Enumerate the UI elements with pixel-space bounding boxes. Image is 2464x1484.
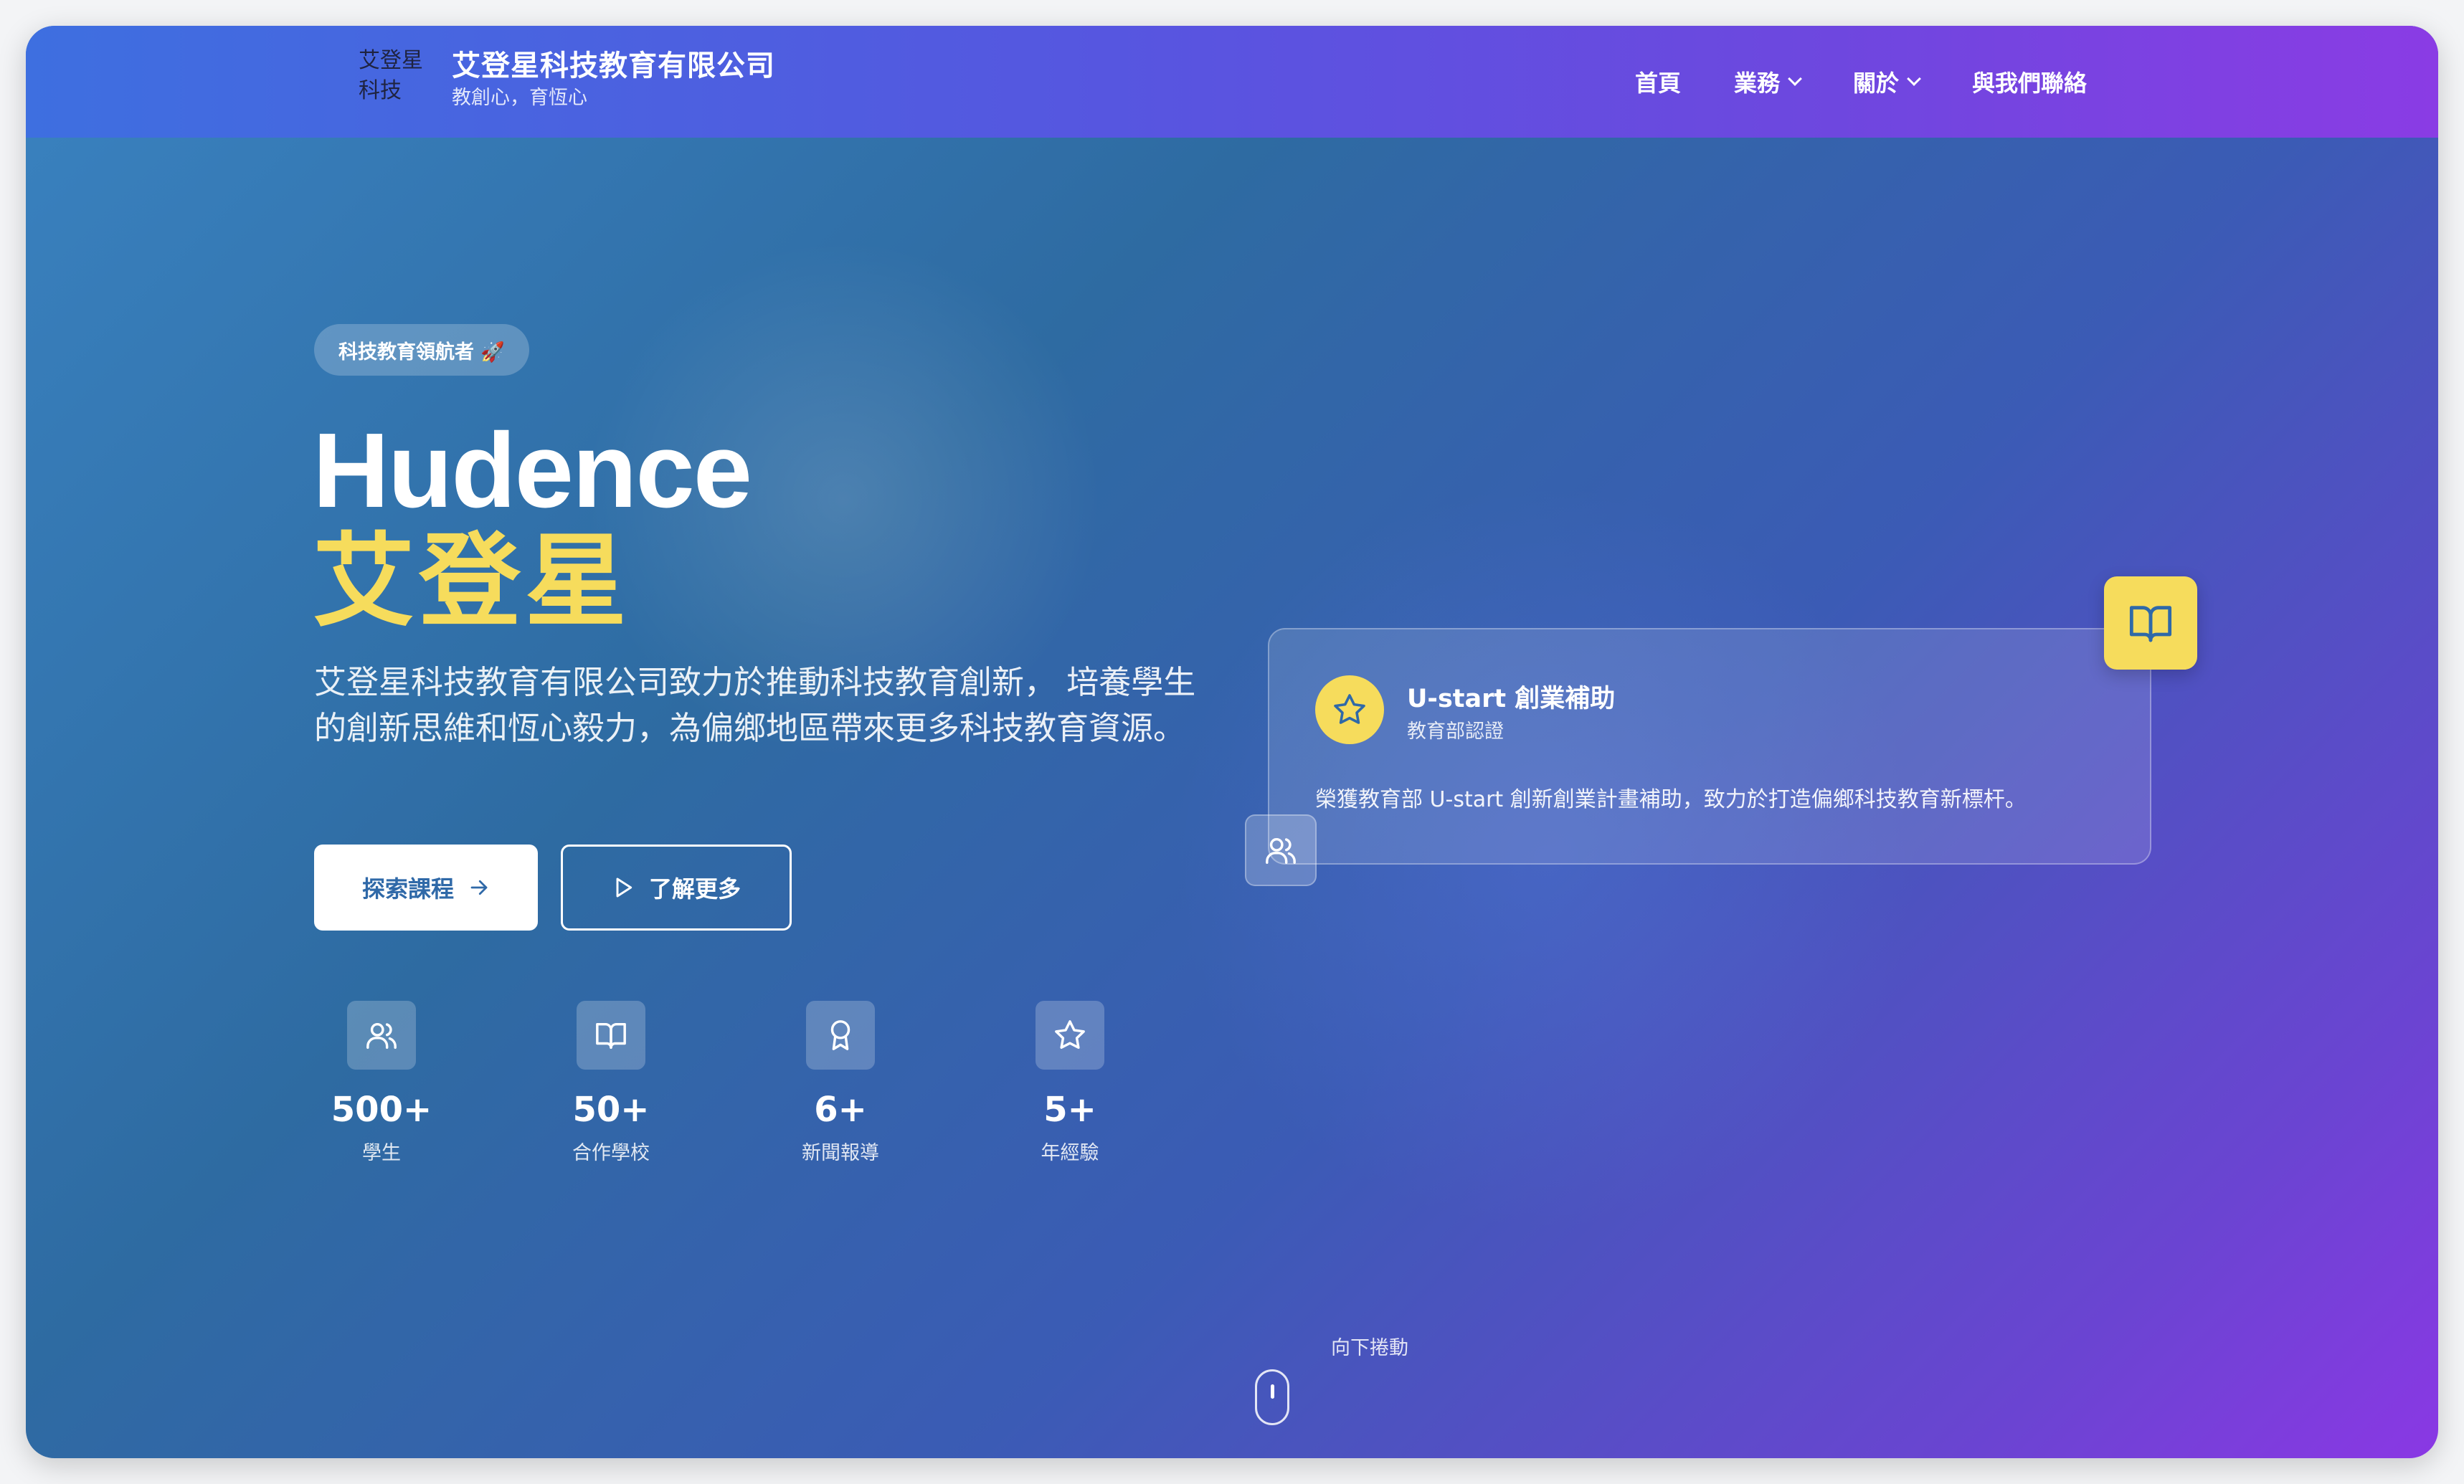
browser-page: 艾登星科技 艾登星科技教育有限公司 教創心，育恆心 首頁 業務 關於 與我們聯絡 xyxy=(26,26,2438,1458)
play-icon xyxy=(616,877,632,898)
ustart-card: U-start 創業補助 教育部認證 榮獲教育部 U-start 創新創業計畫補… xyxy=(1268,628,2151,865)
chevron-down-icon xyxy=(1788,72,1802,86)
hero-title-english: Hudence xyxy=(313,412,752,530)
stat-news: 6+ 新聞報導 xyxy=(726,1001,955,1165)
stat-label: 年經驗 xyxy=(1041,1142,1099,1164)
book-icon xyxy=(577,1001,645,1070)
chevron-down-icon xyxy=(1907,72,1921,86)
arrow-right-icon xyxy=(470,880,488,895)
nav-item-label: 業務 xyxy=(1733,70,1780,97)
nav-item-label: 首頁 xyxy=(1634,70,1681,97)
top-navbar: 艾登星科技 艾登星科技教育有限公司 教創心，育恆心 首頁 業務 關於 與我們聯絡 xyxy=(26,26,2438,138)
stat-value: 5+ xyxy=(1043,1090,1096,1130)
stat-value: 500+ xyxy=(331,1090,432,1130)
nav-item-label: 關於 xyxy=(1852,70,1899,97)
brand[interactable]: 艾登星科技 艾登星科技教育有限公司 教創心，育恆心 xyxy=(359,46,775,112)
card-subtitle: 教育部認證 xyxy=(1407,720,1504,743)
stat-label: 學生 xyxy=(362,1142,401,1164)
scroll-wheel-dot xyxy=(1271,1384,1274,1399)
nav-item-about[interactable]: 關於 xyxy=(1852,65,1921,98)
mouse-scroll-icon[interactable] xyxy=(1255,1369,1289,1425)
book-icon xyxy=(2104,576,2197,670)
users-icon xyxy=(1245,814,1317,886)
logo-broken-image: 艾登星科技 xyxy=(359,48,423,103)
scroll-down-label: 向下捲動 xyxy=(1331,1337,1408,1359)
brand-text: 艾登星科技教育有限公司 教創心，育恆心 xyxy=(452,47,775,112)
nav-item-contact[interactable]: 與我們聯絡 xyxy=(1972,65,2087,98)
hero-description: 艾登星科技教育有限公司致力於推動科技教育創新， 培養學生的創新思維和恆心毅力，為… xyxy=(314,663,1196,747)
nav-item-services[interactable]: 業務 xyxy=(1733,65,1802,98)
nav-item-label: 與我們聯絡 xyxy=(1971,70,2087,97)
hero-title-chinese: 艾登星 xyxy=(313,523,631,641)
stat-experience: 5+ 年經驗 xyxy=(955,1001,1185,1165)
main-menu: 首頁 業務 關於 與我們聯絡 xyxy=(1582,26,2087,138)
explore-courses-label: 探索課程 xyxy=(361,875,454,903)
users-icon xyxy=(347,1001,416,1070)
star-icon xyxy=(1315,675,1384,744)
card-description: 榮獲教育部 U-start 創新創業計畫補助，致力於打造偏鄉科技教育新標杆。 xyxy=(1315,787,2027,812)
stat-schools: 50+ 合作學校 xyxy=(496,1001,726,1165)
stat-value: 6+ xyxy=(814,1090,867,1130)
hero-badge: 科技教育領航者 🚀 xyxy=(314,324,530,376)
brand-subtitle: 教創心，育恆心 xyxy=(452,87,587,109)
nav-item-home[interactable]: 首頁 xyxy=(1635,65,1681,98)
stat-label: 新聞報導 xyxy=(802,1142,879,1164)
stats-row: 500+ 學生 50+ 合作學校 6+ 新聞報導 5+ 年經驗 xyxy=(330,1001,1185,1165)
card-title: U-start 創業補助 xyxy=(1407,685,1616,713)
explore-courses-button[interactable]: 探索課程 xyxy=(314,845,538,931)
stat-value: 50+ xyxy=(572,1090,650,1130)
stat-label: 合作學校 xyxy=(572,1142,650,1164)
award-icon xyxy=(806,1001,875,1070)
brand-title: 艾登星科技教育有限公司 xyxy=(452,49,775,82)
star-icon xyxy=(1036,1001,1104,1070)
learn-more-button[interactable]: 了解更多 xyxy=(561,845,792,931)
stat-students: 500+ 學生 xyxy=(267,1001,496,1165)
learn-more-label: 了解更多 xyxy=(648,875,741,903)
